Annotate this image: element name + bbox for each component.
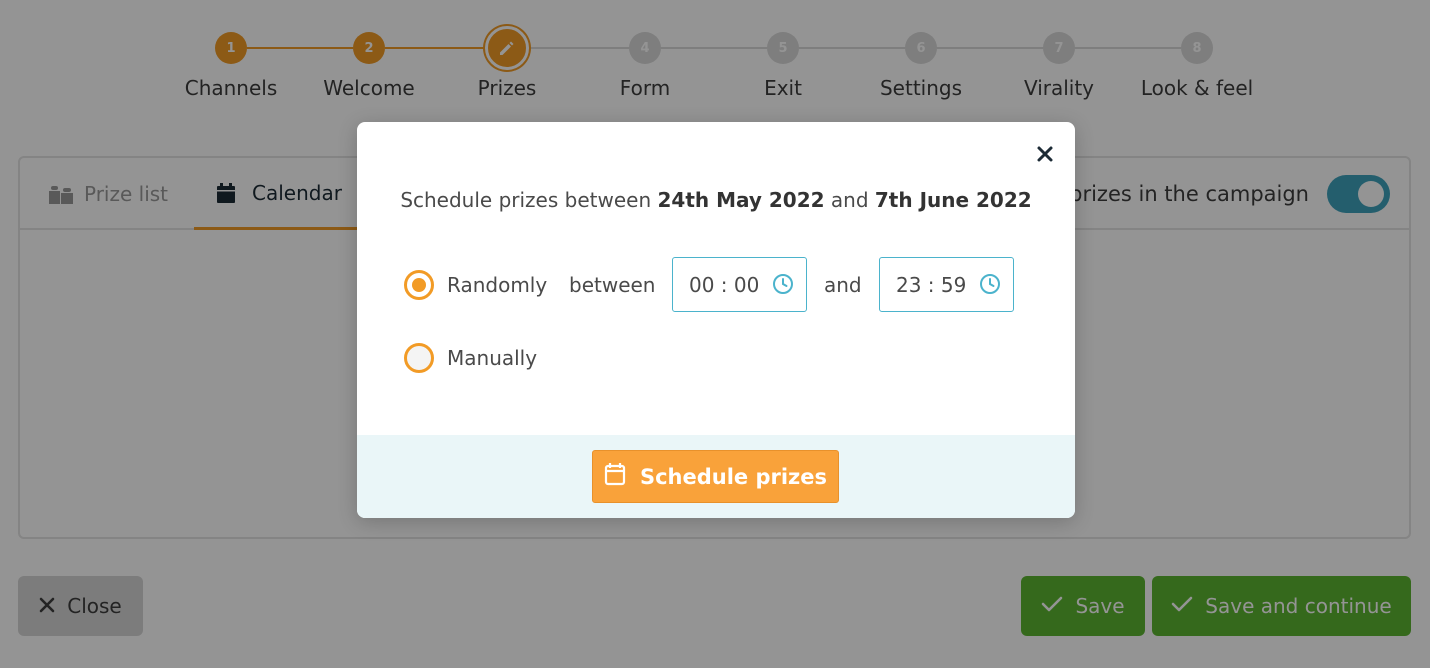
schedule-prizes-button[interactable]: Schedule prizes — [592, 450, 839, 503]
option-manually[interactable]: Manually — [404, 343, 537, 373]
clock-icon[interactable] — [979, 273, 1001, 295]
radio-manually[interactable] — [404, 343, 434, 373]
modal-title: Schedule prizes between 24th May 2022 an… — [357, 188, 1075, 212]
close-icon[interactable] — [1033, 142, 1057, 166]
schedule-prizes-modal: Schedule prizes between 24th May 2022 an… — [357, 122, 1075, 518]
between-label: between — [569, 273, 656, 297]
end-time-input[interactable]: 23 : 59 — [879, 257, 1014, 312]
title-prefix: Schedule prizes between — [400, 188, 652, 212]
start-time-value: 00 : 00 — [689, 272, 760, 297]
title-and: and — [830, 188, 869, 212]
option-randomly[interactable]: Randomly — [404, 270, 547, 300]
calendar-outline-icon — [604, 462, 626, 491]
radio-randomly[interactable] — [404, 270, 434, 300]
option-label: Manually — [447, 346, 538, 370]
clock-icon[interactable] — [772, 273, 794, 295]
end-date: 7th June 2022 — [874, 188, 1032, 212]
and-label: and — [824, 273, 862, 297]
schedule-button-label: Schedule prizes — [639, 464, 828, 489]
end-time-value: 23 : 59 — [896, 272, 967, 297]
start-date: 24th May 2022 — [657, 188, 825, 212]
option-label: Randomly — [447, 273, 548, 297]
start-time-input[interactable]: 00 : 00 — [672, 257, 807, 312]
modal-footer: Schedule prizes — [357, 435, 1075, 518]
